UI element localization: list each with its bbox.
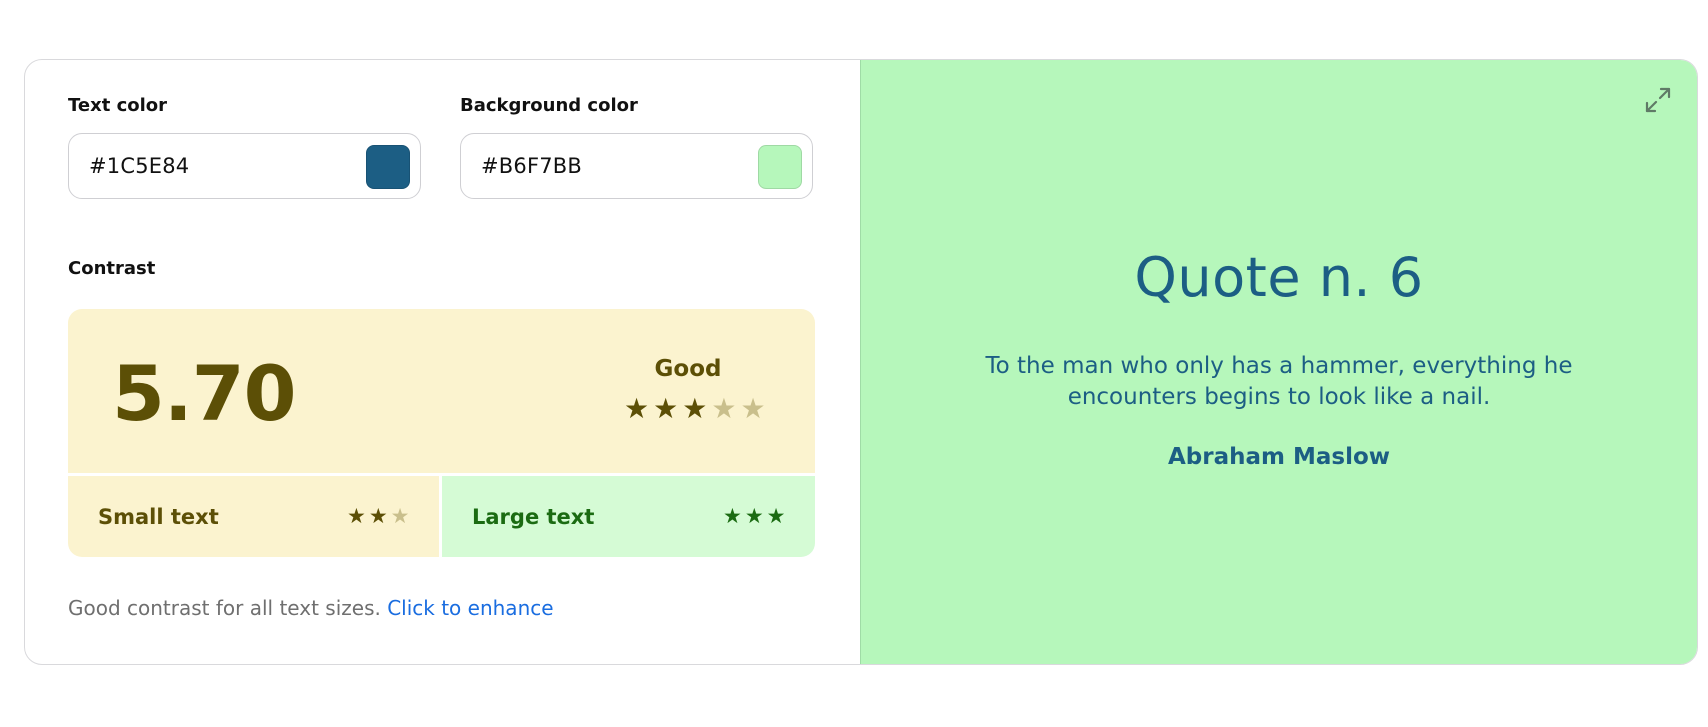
small-text-label: Small text (98, 505, 219, 529)
small-text-result: Small text ★ ★ ★ (68, 476, 439, 557)
contrast-result: 5.70 Good ★ ★ ★ ★ ★ Small text ★ ★ ★ Large tex… (68, 309, 815, 557)
background-color-input[interactable]: #B6F7BB (460, 133, 813, 199)
text-color-label: Text color (68, 95, 168, 116)
contrast-ratio-value: 5.70 (112, 349, 297, 438)
expand-icon (1644, 86, 1672, 118)
background-color-value[interactable]: #B6F7BB (481, 154, 582, 178)
contrast-grade: Good (654, 356, 722, 382)
background-color-label: Background color (460, 95, 638, 116)
grade-star-filled: ★ (624, 392, 650, 425)
quote-text: To the man who only has a hammer, everyt… (985, 353, 1573, 410)
contrast-label: Contrast (68, 258, 156, 279)
contrast-ratio-panel: 5.70 Good ★ ★ ★ ★ ★ (68, 309, 815, 473)
contrast-summary-text: Good contrast for all text sizes. (68, 596, 381, 620)
grade-star-empty: ★ (711, 392, 737, 425)
preview-panel: Quote n. 6 To the man who only has a ham… (860, 60, 1697, 664)
large-text-stars: ★ ★ ★ (723, 506, 785, 527)
small-text-star-filled: ★ (368, 504, 388, 528)
text-color-value[interactable]: #1C5E84 (89, 154, 189, 178)
expand-button[interactable] (1641, 85, 1675, 119)
text-color-swatch[interactable] (366, 145, 410, 189)
grade-star-empty: ★ (740, 392, 766, 425)
enhance-link[interactable]: Click to enhance (387, 596, 553, 620)
small-text-star-filled: ★ (347, 504, 366, 528)
quote-title: Quote n. 6 (1134, 246, 1424, 309)
small-text-star-empty: ★ (390, 504, 410, 528)
large-text-star-filled: ★ (723, 504, 742, 528)
grade-star-filled: ★ (653, 392, 679, 425)
controls-panel: Text color #1C5E84 Background color #B6F… (25, 60, 860, 664)
text-color-input[interactable]: #1C5E84 (68, 133, 421, 199)
large-text-result: Large text ★ ★ ★ (442, 476, 815, 557)
large-text-label: Large text (472, 505, 595, 529)
large-text-star-filled: ★ (766, 504, 786, 528)
background-color-swatch[interactable] (758, 145, 802, 189)
contrast-checker-card: Text color #1C5E84 Background color #B6F… (24, 59, 1698, 665)
small-text-stars: ★ ★ ★ (347, 506, 409, 527)
contrast-rating-stars: ★ ★ ★ ★ ★ (624, 395, 766, 423)
quote-author: Abraham Maslow (1167, 444, 1391, 470)
contrast-summary: Good contrast for all text sizes. Click … (68, 596, 554, 620)
grade-star-filled: ★ (682, 392, 708, 425)
large-text-star-filled: ★ (744, 504, 764, 528)
